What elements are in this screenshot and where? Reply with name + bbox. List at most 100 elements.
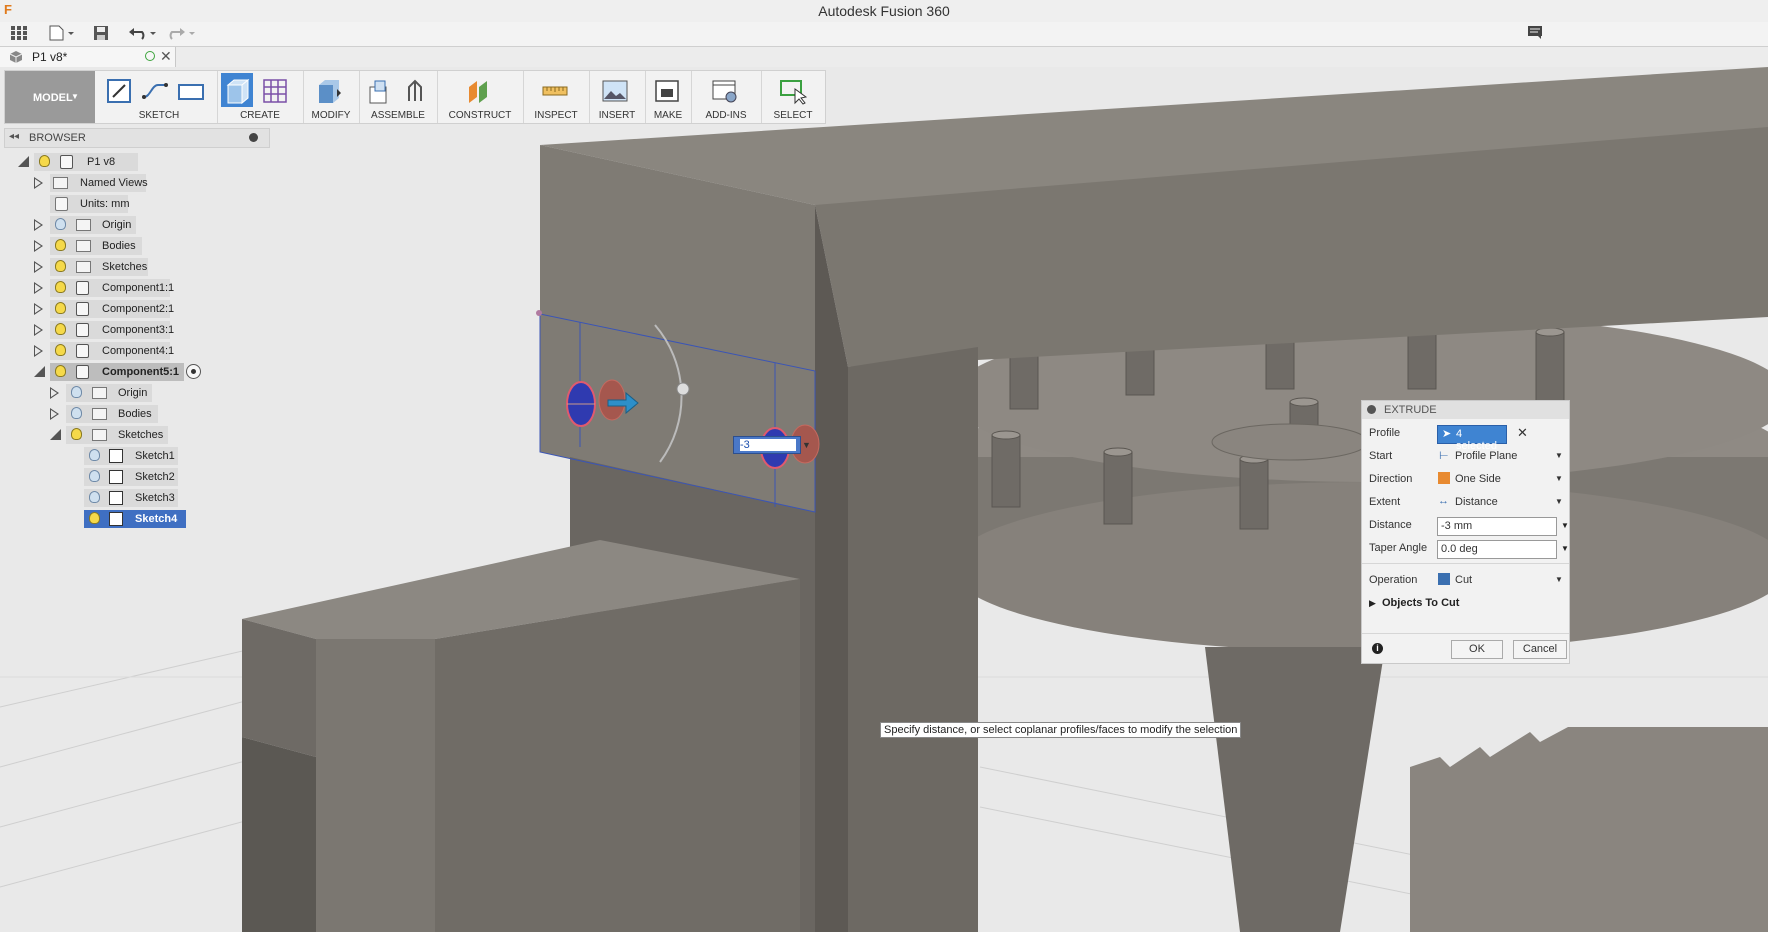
tree-node-sketches-2[interactable]: Sketches bbox=[50, 426, 180, 444]
visibility-bulb-icon[interactable] bbox=[89, 491, 100, 503]
insert-group[interactable]: INSERT bbox=[589, 71, 646, 123]
expand-triangle-icon[interactable] bbox=[34, 261, 43, 273]
operation-select[interactable]: Cut ▼ bbox=[1437, 572, 1563, 589]
visibility-bulb-icon[interactable] bbox=[89, 449, 100, 461]
collapse-triangle-icon[interactable] bbox=[34, 366, 45, 377]
insert-image-icon[interactable] bbox=[601, 77, 629, 105]
press-pull-icon[interactable] bbox=[315, 77, 343, 105]
modify-group[interactable]: MODIFY bbox=[303, 71, 360, 123]
expand-triangle-icon[interactable] bbox=[50, 408, 59, 420]
scripts-icon[interactable] bbox=[711, 77, 739, 105]
info-icon[interactable]: i bbox=[1372, 643, 1383, 654]
visibility-bulb-icon[interactable] bbox=[55, 323, 66, 335]
browser-header[interactable]: ◂◂ BROWSER bbox=[4, 128, 270, 148]
tree-node-component1[interactable]: Component1:1 bbox=[34, 279, 184, 297]
comments-icon[interactable] bbox=[1526, 25, 1544, 43]
chevron-down-icon[interactable]: ▼ bbox=[1561, 544, 1569, 553]
chevron-down-icon[interactable]: ▼ bbox=[802, 440, 811, 450]
tree-node-sketch1[interactable]: Sketch1 bbox=[84, 447, 194, 465]
workspace-switcher[interactable]: MODEL ▼ bbox=[5, 71, 95, 123]
visibility-bulb-icon[interactable] bbox=[55, 365, 66, 377]
create-sketch-icon[interactable] bbox=[105, 77, 133, 105]
activate-radio-icon[interactable] bbox=[186, 364, 201, 379]
expand-triangle-icon[interactable] bbox=[34, 177, 43, 189]
line-icon[interactable] bbox=[141, 77, 169, 105]
profile-selection-button[interactable]: ➤ 4 selected bbox=[1437, 425, 1507, 452]
tree-node-origin-2[interactable]: Origin bbox=[50, 384, 180, 402]
ok-button[interactable]: OK bbox=[1451, 640, 1503, 659]
visibility-bulb-icon[interactable] bbox=[55, 302, 66, 314]
visibility-bulb-icon[interactable] bbox=[55, 281, 66, 293]
make-group[interactable]: MAKE bbox=[645, 71, 692, 123]
construct-group[interactable]: CONSTRUCT bbox=[437, 71, 524, 123]
distance-manipulator-input[interactable]: -3 ▼ bbox=[733, 436, 811, 454]
taper-angle-input[interactable]: 0.0 deg bbox=[1437, 540, 1557, 559]
save-icon[interactable] bbox=[92, 25, 110, 43]
expand-triangle-icon[interactable] bbox=[34, 324, 43, 336]
start-select[interactable]: ⊢ Profile Plane ▼ bbox=[1437, 448, 1563, 465]
distance-manipulator-value[interactable]: -3 bbox=[740, 439, 796, 451]
visibility-bulb-icon[interactable] bbox=[71, 386, 82, 398]
expand-triangle-icon[interactable] bbox=[34, 219, 43, 231]
redo-icon[interactable] bbox=[166, 25, 196, 43]
collapse-panel-icon[interactable]: ◂◂ bbox=[9, 131, 19, 142]
tree-node-units[interactable]: Units: mm bbox=[50, 195, 130, 213]
expand-triangle-icon[interactable] bbox=[34, 303, 43, 315]
visibility-bulb-icon[interactable] bbox=[71, 428, 82, 440]
tree-node-component3[interactable]: Component3:1 bbox=[34, 321, 184, 339]
minimize-icon[interactable] bbox=[249, 133, 258, 142]
collapse-dialog-icon[interactable] bbox=[1367, 405, 1376, 414]
clear-selection-icon[interactable]: ✕ bbox=[1517, 425, 1528, 441]
expand-triangle-icon[interactable]: ▶ bbox=[1369, 598, 1376, 609]
tree-node-sketch4[interactable]: Sketch4 bbox=[84, 510, 194, 528]
new-component-icon[interactable] bbox=[367, 77, 395, 105]
undo-icon[interactable] bbox=[128, 25, 158, 43]
collapse-triangle-icon[interactable] bbox=[50, 429, 61, 440]
sketch-group[interactable]: SKETCH bbox=[101, 71, 218, 123]
tree-node-component4[interactable]: Component4:1 bbox=[34, 342, 184, 360]
select-icon[interactable] bbox=[779, 77, 807, 105]
tree-node-sketch3[interactable]: Sketch3 bbox=[84, 489, 194, 507]
visibility-bulb-icon[interactable] bbox=[55, 344, 66, 356]
extent-select[interactable]: ↔ Distance ▼ bbox=[1437, 494, 1563, 511]
tree-node-bodies[interactable]: Bodies bbox=[34, 237, 164, 255]
file-menu-icon[interactable] bbox=[48, 25, 74, 43]
cancel-button[interactable]: Cancel bbox=[1513, 640, 1567, 659]
collapse-triangle-icon[interactable] bbox=[18, 156, 29, 167]
tree-node-component2[interactable]: Component2:1 bbox=[34, 300, 184, 318]
offset-plane-icon[interactable] bbox=[465, 77, 493, 105]
tree-node-bodies-2[interactable]: Bodies bbox=[50, 405, 180, 423]
extrude-dialog-header[interactable]: EXTRUDE bbox=[1362, 401, 1569, 419]
visibility-bulb-icon[interactable] bbox=[71, 407, 82, 419]
direction-select[interactable]: One Side ▼ bbox=[1437, 471, 1563, 488]
expand-triangle-icon[interactable] bbox=[34, 345, 43, 357]
joint-icon[interactable] bbox=[403, 77, 431, 105]
extrude-icon[interactable] bbox=[223, 77, 251, 105]
inspect-group[interactable]: INSPECT bbox=[523, 71, 590, 123]
visibility-bulb-icon[interactable] bbox=[55, 260, 66, 272]
distance-input[interactable]: -3 mm bbox=[1437, 517, 1557, 536]
tree-node-sketches[interactable]: Sketches bbox=[34, 258, 164, 276]
visibility-bulb-icon[interactable] bbox=[89, 470, 100, 482]
assemble-group[interactable]: ASSEMBLE bbox=[359, 71, 438, 123]
document-tab[interactable]: P1 v8* ✕ bbox=[0, 47, 176, 67]
expand-triangle-icon[interactable] bbox=[50, 387, 59, 399]
visibility-bulb-icon[interactable] bbox=[89, 512, 100, 524]
visibility-bulb-icon[interactable] bbox=[55, 218, 66, 230]
measure-icon[interactable] bbox=[541, 77, 569, 105]
expand-triangle-icon[interactable] bbox=[34, 282, 43, 294]
rectangle-icon[interactable] bbox=[177, 77, 205, 105]
create-group[interactable]: CREATE bbox=[217, 71, 304, 123]
chevron-down-icon[interactable]: ▼ bbox=[1561, 521, 1569, 530]
close-tab-icon[interactable]: ✕ bbox=[160, 48, 172, 65]
tree-node-sketch2[interactable]: Sketch2 bbox=[84, 468, 194, 486]
app-grid-icon[interactable] bbox=[9, 25, 29, 43]
tree-node-named-views[interactable]: Named Views bbox=[34, 174, 154, 192]
visibility-bulb-icon[interactable] bbox=[39, 155, 50, 167]
select-group[interactable]: SELECT bbox=[761, 71, 825, 123]
3d-print-icon[interactable] bbox=[653, 77, 681, 105]
expand-triangle-icon[interactable] bbox=[34, 240, 43, 252]
tree-node-origin[interactable]: Origin bbox=[34, 216, 164, 234]
tree-node-root[interactable]: P1 v8 bbox=[18, 153, 138, 171]
add-ins-group[interactable]: ADD-INS bbox=[691, 71, 762, 123]
